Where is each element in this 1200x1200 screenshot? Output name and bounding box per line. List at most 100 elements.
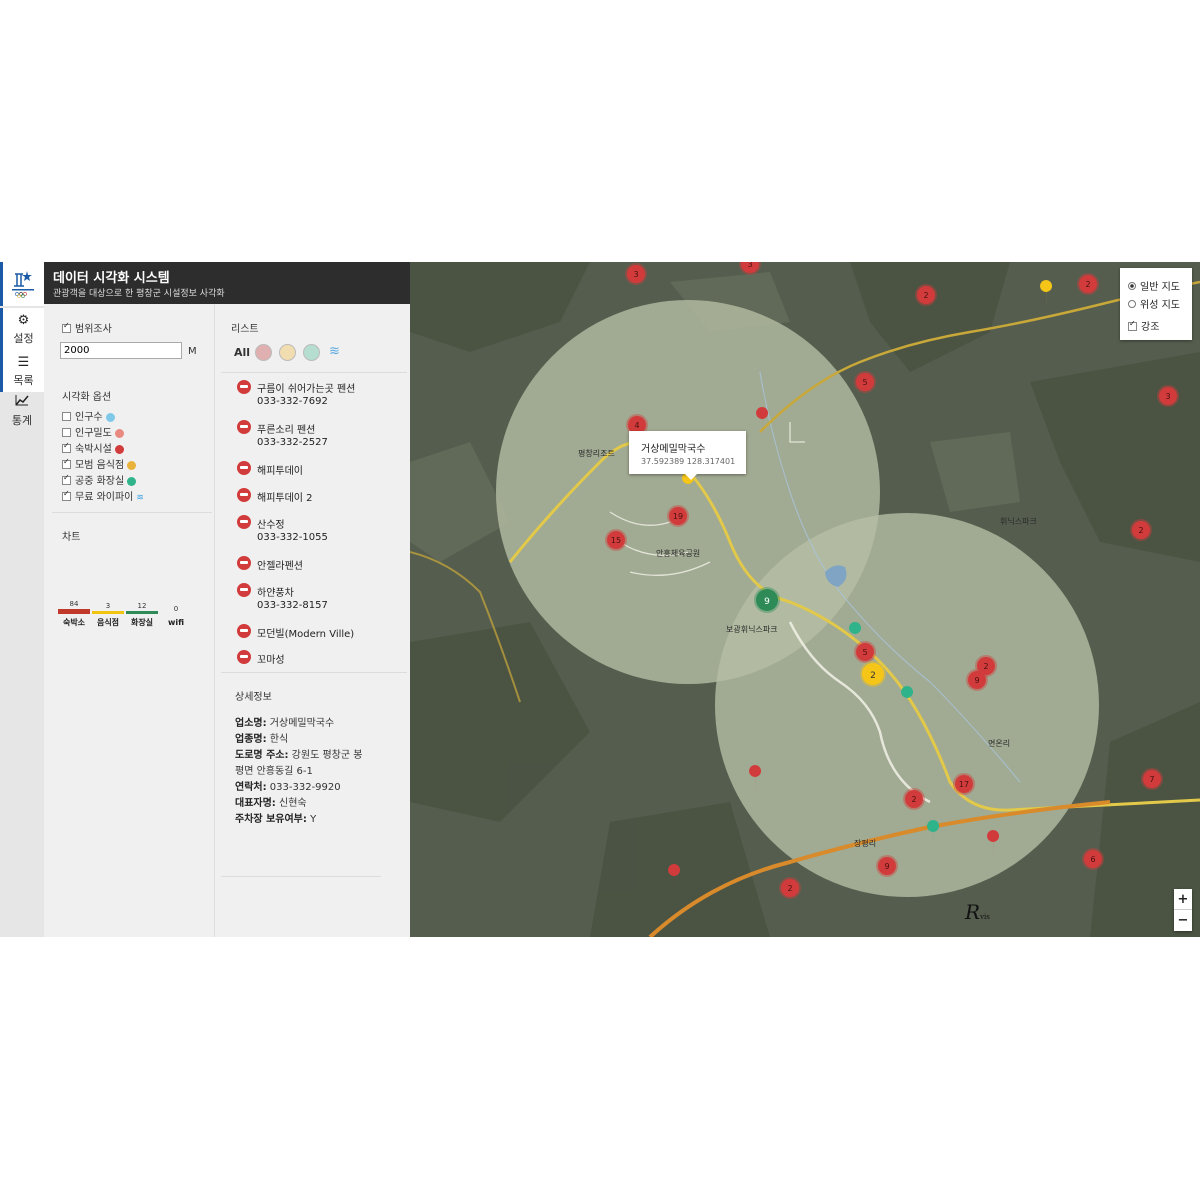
rvis-logo: Rvis — [965, 900, 990, 924]
lodging-cluster-count: 2 — [923, 291, 928, 300]
option-population-checkbox[interactable] — [62, 411, 71, 421]
option-toilet[interactable]: 공중 화장실 — [62, 472, 137, 487]
population-icon — [105, 412, 115, 422]
option-lodging-checkbox[interactable] — [62, 441, 71, 453]
divider — [52, 512, 212, 513]
filter-toilet-icon[interactable] — [303, 344, 320, 361]
filter-restaurant-icon[interactable] — [279, 344, 296, 361]
nav-settings-label: 설정 — [13, 332, 34, 345]
lodging-marker-icon — [237, 515, 251, 529]
list-panel: 리스트 All ≋ 구름이 쉬어가는곳 펜션 033-332-7692 푸른소리… — [215, 304, 410, 937]
option-lodging-label: 숙박시설 — [75, 444, 112, 455]
detail-row: 주차장 보유여부: Y — [235, 814, 317, 825]
wifi-icon: ≋ — [136, 493, 144, 503]
popup-coordinates: 37.592389 128.317401 — [641, 457, 736, 466]
restaurant-icon — [127, 460, 137, 470]
list-item-name: 산수정 — [257, 520, 285, 531]
place-label: 장평리 — [854, 838, 876, 848]
filter-lodging-icon[interactable] — [255, 344, 272, 361]
lodging-cluster-count: 17 — [959, 780, 969, 789]
list-item-name: 모던빌(Modern Ville) — [257, 629, 355, 640]
nav-settings[interactable]: ⚙ 설정 — [0, 308, 44, 350]
range-checkbox-box[interactable] — [62, 321, 71, 333]
range-label: 범위조사 — [75, 324, 112, 335]
option-restaurant-label: 모범 음식점 — [75, 460, 125, 471]
chart-value-label: 0 — [174, 605, 178, 613]
chart-category-label: 화장실 — [131, 617, 153, 627]
popup-place-name: 거상메밀막국수 — [641, 444, 706, 455]
chart-bar — [58, 609, 90, 614]
restaurant-cluster-count: 2 — [870, 671, 876, 681]
lodging-cluster-count: 6 — [1090, 855, 1095, 864]
map-type-control: 일반 지도 위성 지도 강조 — [1120, 268, 1192, 340]
detail-row: 대표자명: 신현숙 — [235, 798, 307, 809]
nav-list[interactable]: ☰ 목록 — [0, 350, 44, 392]
detail-row: 업종명: 한식 — [235, 734, 289, 745]
option-density-checkbox[interactable] — [62, 427, 71, 437]
zoom-in-button[interactable]: + — [1174, 889, 1192, 910]
zoom-out-button[interactable]: − — [1174, 910, 1192, 931]
emphasis-label: 강조 — [1141, 322, 1160, 333]
range-input[interactable] — [60, 342, 182, 359]
option-lodging[interactable]: 숙박시설 — [62, 440, 124, 455]
range-checkbox[interactable]: 범위조사 — [62, 320, 112, 335]
list-item-phone: 033-332-8157 — [257, 600, 328, 611]
lodging-cluster-count: 3 — [1165, 392, 1170, 401]
chart-bar — [92, 611, 124, 614]
map-type-satellite[interactable]: 위성 지도 — [1128, 296, 1180, 311]
option-population-label: 인구수 — [75, 412, 103, 423]
lodging-cluster-count: 19 — [673, 512, 683, 521]
lodging-cluster-count: 9 — [974, 676, 979, 685]
list-item-name: 안젤라펜션 — [257, 561, 303, 572]
place-label: 안흥체육공원 — [656, 548, 700, 558]
gear-icon: ⚙ — [17, 313, 30, 328]
list-item-phone: 033-332-2527 — [257, 437, 328, 448]
detail-title: 상세정보 — [235, 692, 272, 703]
pyeongchang-logo — [0, 262, 44, 306]
radio-satellite[interactable] — [1128, 300, 1136, 308]
app-window: ⚙ 설정 ☰ 목록 통계 데이터 시각화 시스템 관광객을 대상으로 한 평창군… — [0, 262, 1200, 937]
map-view[interactable]: 3 2 2 5 3 4 19 15 2 5 2 9 7 17 2 9 2 6 3 2 9 휘닉스파크 — [410, 262, 1200, 937]
map-canvas[interactable]: 3225341915252971729263 2 9 휘닉스파크 평창리조트 안… — [410, 262, 1200, 937]
option-restaurant[interactable]: 모범 음식점 — [62, 456, 137, 471]
chart-value-label: 84 — [70, 600, 79, 608]
restaurant-pin-icon[interactable] — [1040, 280, 1053, 306]
map-type-normal[interactable]: 일반 지도 — [1128, 278, 1180, 293]
lodging-marker-icon — [237, 420, 251, 434]
option-wifi[interactable]: 무료 와이파이≋ — [62, 488, 144, 503]
lodging-marker-icon — [237, 488, 251, 502]
chart-category-label: wifi — [168, 618, 184, 627]
option-restaurant-checkbox[interactable] — [62, 457, 71, 469]
place-label: 면온리 — [988, 738, 1010, 748]
page-subtitle: 관광객을 대상으로 한 평창군 시설정보 사각화 — [53, 289, 225, 299]
lodging-cluster-count: 3 — [633, 270, 638, 279]
emphasis-toggle[interactable]: 강조 — [1128, 318, 1159, 333]
radio-normal[interactable] — [1128, 282, 1136, 290]
toilet-icon — [127, 476, 137, 486]
map-popup[interactable]: 거상메밀막국수 37.592389 128.317401 — [629, 431, 746, 480]
filter-wifi-icon[interactable]: ≋ — [329, 344, 340, 359]
list-item-name: 해피투데이 — [257, 466, 303, 477]
option-population[interactable]: 인구수 — [62, 408, 115, 423]
option-wifi-checkbox[interactable] — [62, 489, 71, 501]
side-nav: ⚙ 설정 ☰ 목록 통계 — [0, 262, 45, 937]
list-icon: ☰ — [17, 355, 30, 370]
page-title: 데이터 시각화 시스템 — [53, 271, 170, 286]
nav-stats[interactable]: 통계 — [0, 394, 44, 434]
filter-all[interactable]: All — [234, 346, 250, 359]
option-toilet-checkbox[interactable] — [62, 473, 71, 485]
option-density[interactable]: 인구밀도 — [62, 424, 124, 439]
chart-value-label: 12 — [138, 602, 147, 610]
chart-line-icon — [0, 394, 44, 410]
chart-bar — [126, 611, 158, 614]
options-title: 시각화 옵션 — [62, 392, 112, 403]
lodging-marker-icon — [237, 556, 251, 570]
detail-row: 연락처: 033-332-9920 — [235, 782, 341, 793]
list-title: 리스트 — [231, 324, 259, 335]
map-type-normal-label: 일반 지도 — [1140, 282, 1180, 293]
option-toilet-label: 공중 화장실 — [75, 476, 125, 487]
list-item-name: 구름이 쉬어가는곳 펜션 — [257, 384, 356, 395]
nav-stats-label: 통계 — [11, 414, 33, 427]
lodging-icon — [114, 444, 124, 454]
emphasis-checkbox[interactable] — [1128, 319, 1137, 331]
